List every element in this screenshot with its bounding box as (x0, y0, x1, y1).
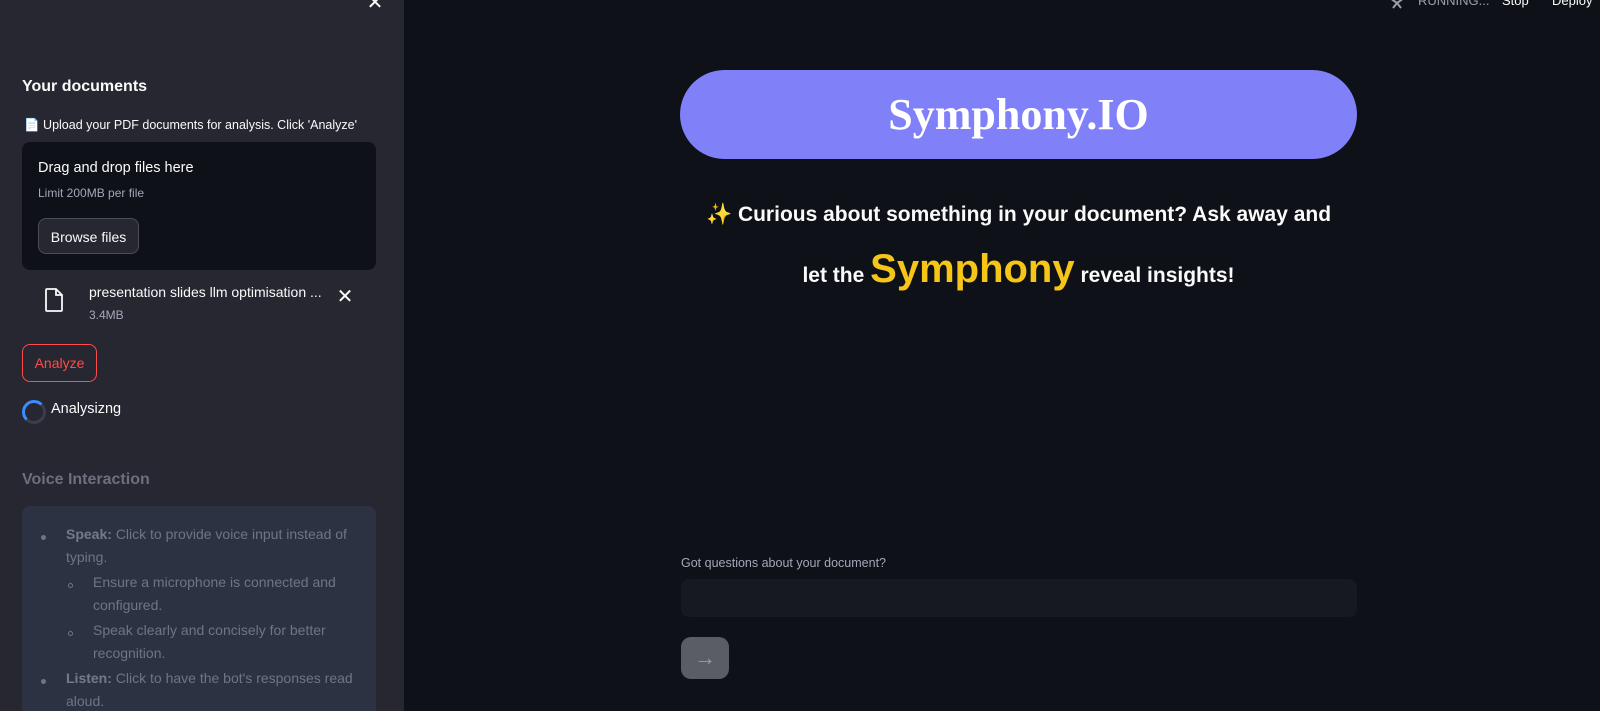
analyze-button[interactable]: Analyze (22, 344, 97, 382)
sub2-line2: recognition. (93, 645, 166, 661)
arrow-right-icon: → (694, 645, 716, 670)
tagline-highlight: Symphony (870, 247, 1075, 291)
voice-interaction-title: Voice Interaction (22, 471, 150, 488)
app-title: Symphony.IO (680, 70, 1357, 159)
bullet-icon (41, 535, 46, 540)
browse-files-button[interactable]: Browse files (38, 218, 139, 254)
file-name: presentation slides llm optimisation ... (89, 284, 322, 300)
close-sidebar-icon[interactable]: ✕ (366, 0, 384, 13)
sub-bullet-icon (68, 583, 73, 588)
running-icon (1391, 0, 1403, 9)
file-icon (45, 288, 63, 312)
speak-text-cont: typing. (66, 549, 108, 565)
tagline-post: reveal insights! (1080, 264, 1235, 287)
deploy-button[interactable]: Deploy (1552, 0, 1592, 8)
stop-button[interactable]: Stop (1502, 0, 1529, 8)
speak-item: Speak: Click to provide voice input inst… (66, 526, 366, 542)
listen-text: Click to have the bot's responses read (115, 670, 353, 686)
loading-spinner-icon (22, 400, 46, 424)
sidebar-title: Your documents (22, 78, 148, 95)
remove-file-icon[interactable]: ✕ (334, 286, 356, 308)
tagline-line2: let the Symphony reveal insights! (680, 247, 1357, 292)
sidebar: ✕ Your documents 📄 Upload your PDF docum… (0, 0, 404, 711)
speak-text: Click to provide voice input instead of (115, 526, 347, 542)
sub1-line1: Ensure a microphone is connected and (93, 574, 336, 590)
running-status: RUNNING... (1418, 0, 1490, 8)
listen-text-cont: aloud. (66, 693, 105, 709)
dropzone-limit: Limit 200MB per file (38, 186, 145, 200)
file-size: 3.4MB (89, 308, 124, 322)
sub2-line1: Speak clearly and concisely for better (93, 622, 326, 638)
question-label: Got questions about your document? (681, 556, 886, 570)
analyzing-status: Analysizng (51, 401, 122, 417)
tagline-text: Curious about something in your document… (737, 203, 1332, 226)
send-button[interactable]: → (681, 637, 729, 679)
file-dropzone[interactable]: Drag and drop files here Limit 200MB per… (22, 142, 376, 270)
sparkle-icon: ✨ (705, 203, 733, 226)
voice-info-box: Speak: Click to provide voice input inst… (22, 506, 376, 711)
listen-label: Listen: (66, 670, 112, 686)
tagline-line1: ✨ Curious about something in your docume… (680, 203, 1357, 227)
sub1-line2: configured. (93, 597, 163, 613)
dropzone-title: Drag and drop files here (38, 160, 194, 176)
question-input[interactable] (681, 579, 1357, 617)
tagline-pre: let the (802, 264, 865, 287)
upload-instructions: 📄 Upload your PDF documents for analysis… (24, 118, 357, 132)
uploaded-file-row: presentation slides llm optimisation ...… (22, 280, 376, 328)
bullet-icon (41, 679, 46, 684)
sub-bullet-icon (68, 631, 73, 636)
speak-label: Speak: (66, 526, 112, 542)
listen-item: Listen: Click to have the bot's response… (66, 670, 366, 686)
